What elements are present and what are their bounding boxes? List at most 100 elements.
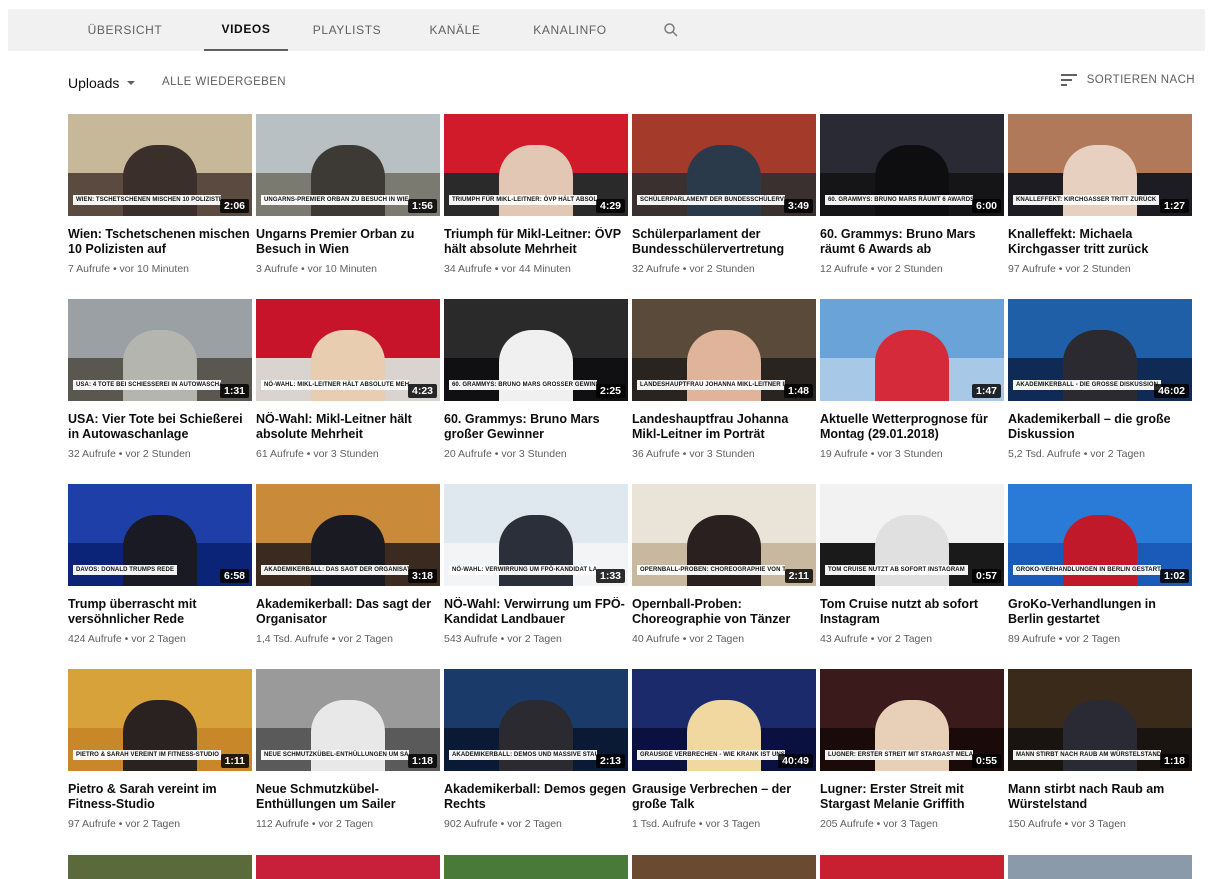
video-card[interactable]: LANDESHAUPTFRAU JOHANNA MIKL-LEITNER IM … [632,299,816,460]
tab-channels[interactable]: KANÄLE [420,9,490,51]
video-card[interactable]: TRIUMPH FÜR MIKL-LEITNER: ÖVP HÄLT ABSOL… [444,114,628,275]
video-card[interactable]: PIETRO & SARAH VEREINT IM FITNESS-STUDIO… [68,669,252,830]
search-icon[interactable] [662,21,680,39]
video-title[interactable]: Triumph für Mikl-Leitner: ÖVP hält absol… [444,227,628,257]
video-title[interactable]: 60. Grammys: Bruno Mars räumt 6 Awards a… [820,227,1004,257]
video-thumbnail[interactable]: NEUE SCHMUTZKÜBEL-ENTHÜLLUNGEN UM SAILER… [256,669,440,771]
video-thumbnail[interactable]: LANDESHAUPTFRAU JOHANNA MIKL-LEITNER IM … [632,299,816,401]
video-title[interactable]: Akademikerball: Das sagt der Organisator [256,597,440,627]
thumbnail-subject [1063,514,1137,586]
video-thumbnail[interactable]: AKADEMIKERBALL: DAS SAGT DER ORGANISATOR… [256,484,440,586]
video-thumbnail[interactable]: SCHÜLERPARLAMENT DER BUNDESSCHÜLERVERTRE… [632,114,816,216]
video-card[interactable]: LUGNER: ERSTER STREIT MIT STARGAST MELAN… [820,669,1004,830]
video-thumbnail[interactable]: GRAUSIGE VERBRECHEN - WIE KRANK IST UNSE… [632,669,816,771]
video-thumbnail[interactable]: MANN STIRBT NACH RAUB AM WÜRSTELSTAND 1:1… [1008,669,1192,771]
video-card[interactable]: SCHÜLERPARLAMENT DER BUNDESSCHÜLERVERTRE… [632,114,816,275]
tab-videos[interactable]: VIDEOS [204,9,288,51]
thumbnail-caption: LANDESHAUPTFRAU JOHANNA MIKL-LEITNER IM … [637,380,785,390]
video-thumbnail[interactable]: LUGNER: ERSTER STREIT MIT STARGAST MELAN… [820,669,1004,771]
video-duration: 1:18 [1159,754,1189,768]
video-card[interactable]: WIEN: TSCHETSCHENEN MISCHEN 10 POLIZISTE… [68,114,252,275]
video-card[interactable]: NÖ-WAHL: MIKL-LEITNER HÄLT ABSOLUTE MEHR… [256,299,440,460]
video-card[interactable]: GROKO-VERHANDLUNGEN IN BERLIN GESTARTET 1… [1008,484,1192,645]
thumbnail-subject [311,144,385,216]
video-title[interactable]: Akademikerball – die große Diskussion [1008,412,1192,442]
tab-overview[interactable]: ÜBERSICHT [70,9,180,51]
video-thumbnail[interactable]: KNALLEFFEKT: KIRCHGASSER TRITT ZURÜCK 1:2… [1008,114,1192,216]
video-thumbnail[interactable] [632,855,816,879]
video-thumbnail[interactable]: AKADEMIKERBALL - DIE GROSSE DISKUSSION 46… [1008,299,1192,401]
video-title[interactable]: Neue Schmutzkübel-Enthüllungen um Sailer [256,782,440,812]
video-card[interactable]: AKADEMIKERBALL: DEMOS UND MASSIVE STAUS … [444,669,628,830]
video-thumbnail[interactable]: NÖ-WAHL: VERWIRRUNG UM FPÖ-KANDIDAT LAND… [444,484,628,586]
video-card[interactable]: AKADEMIKERBALL - DIE GROSSE DISKUSSION 46… [1008,299,1192,460]
video-card[interactable]: USA: 4 TOTE BEI SCHIESSEREI IN AUTOWASCH… [68,299,252,460]
video-meta: 19 Aufrufe • vor 3 Stunden [820,448,943,460]
video-thumbnail[interactable] [444,855,628,879]
video-card[interactable]: UNGARNS-PREMIER ORBAN ZU BESUCH IN WIEN 1… [256,114,440,275]
video-title[interactable]: Tom Cruise nutzt ab sofort Instagram [820,597,1004,627]
thumbnail-caption: GROKO-VERHANDLUNGEN IN BERLIN GESTARTET [1013,565,1161,575]
video-thumbnail[interactable] [256,855,440,879]
video-thumbnail[interactable]: 60. GRAMMYS: BRUNO MARS RÄUMT 6 AWARDS A… [820,114,1004,216]
video-thumbnail[interactable]: OPERNBALL-PROBEN: CHOREOGRAPHIE VON TÄNZ… [632,484,816,586]
uploads-dropdown[interactable]: Uploads [68,75,136,91]
video-title[interactable]: 60. Grammys: Bruno Mars großer Gewinner [444,412,628,442]
video-thumbnail[interactable]: DAVOS: DONALD TRUMPS REDE 6:58 [68,484,252,586]
video-card[interactable]: MANN STIRBT NACH RAUB AM WÜRSTELSTAND 1:1… [1008,669,1192,830]
video-thumbnail[interactable]: UNGARNS-PREMIER ORBAN ZU BESUCH IN WIEN 1… [256,114,440,216]
video-thumbnail[interactable]: USA: 4 TOTE BEI SCHIESSEREI IN AUTOWASCH… [68,299,252,401]
video-title[interactable]: Landeshauptfrau Johanna Mikl-Leitner im … [632,412,816,442]
video-thumbnail[interactable]: AKADEMIKERBALL: DEMOS UND MASSIVE STAUS … [444,669,628,771]
thumbnail-caption: UNGARNS-PREMIER ORBAN ZU BESUCH IN WIEN [261,195,409,205]
uploads-label: Uploads [68,75,120,91]
tab-playlists[interactable]: PLAYLISTS [302,9,392,51]
video-thumbnail[interactable]: WIEN: TSCHETSCHENEN MISCHEN 10 POLIZISTE… [68,114,252,216]
video-title[interactable]: Opernball-Proben: Choreographie von Tänz… [632,597,816,627]
video-duration: 3:18 [407,569,437,583]
video-title[interactable]: USA: Vier Tote bei Schießerei in Autowas… [68,412,252,442]
video-card[interactable]: TOM CRUISE NUTZT AB SOFORT INSTAGRAM 0:57… [820,484,1004,645]
video-title[interactable]: Schülerparlament der Bundesschülervertre… [632,227,816,257]
video-thumbnail[interactable] [68,855,252,879]
video-title[interactable]: Wien: Tschetschenen mischen 10 Poliziste… [68,227,252,257]
video-card[interactable]: 60. GRAMMYS: BRUNO MARS GROSSER GEWINNER… [444,299,628,460]
video-title[interactable]: Aktuelle Wetterprognose für Montag (29.0… [820,412,1004,442]
video-thumbnail[interactable]: NÖ-WAHL: MIKL-LEITNER HÄLT ABSOLUTE MEHR… [256,299,440,401]
tab-about[interactable]: KANALINFO [524,9,616,51]
video-title[interactable]: Grausige Verbrechen – der große Talk [632,782,816,812]
video-title[interactable]: NÖ-Wahl: Verwirrung um FPÖ-Kandidat Land… [444,597,628,627]
video-title[interactable]: Ungarns Premier Orban zu Besuch in Wien [256,227,440,257]
video-card[interactable]: GRAUSIGE VERBRECHEN - WIE KRANK IST UNSE… [632,669,816,830]
video-thumbnail[interactable]: PIETRO & SARAH VEREINT IM FITNESS-STUDIO… [68,669,252,771]
video-thumbnail[interactable]: GROKO-VERHANDLUNGEN IN BERLIN GESTARTET 1… [1008,484,1192,586]
video-thumbnail[interactable]: TOM CRUISE NUTZT AB SOFORT INSTAGRAM 0:57 [820,484,1004,586]
video-title[interactable]: GroKo-Verhandlungen in Berlin gestartet [1008,597,1192,627]
thumbnail-subject [123,329,197,401]
video-card[interactable]: OPERNBALL-PROBEN: CHOREOGRAPHIE VON TÄNZ… [632,484,816,645]
video-thumbnail[interactable] [1008,855,1192,879]
video-meta: 3 Aufrufe • vor 10 Minuten [256,263,377,275]
video-duration: 4:29 [595,199,625,213]
video-card[interactable]: NÖ-WAHL: VERWIRRUNG UM FPÖ-KANDIDAT LAND… [444,484,628,645]
video-thumbnail[interactable]: TRIUMPH FÜR MIKL-LEITNER: ÖVP HÄLT ABSOL… [444,114,628,216]
video-card[interactable]: NEUE SCHMUTZKÜBEL-ENTHÜLLUNGEN UM SAILER… [256,669,440,830]
video-thumbnail[interactable]: 60. GRAMMYS: BRUNO MARS GROSSER GEWINNER… [444,299,628,401]
video-card[interactable]: KNALLEFFEKT: KIRCHGASSER TRITT ZURÜCK 1:2… [1008,114,1192,275]
video-thumbnail[interactable] [820,855,1004,879]
video-card[interactable]: 1:47 Aktuelle Wetterprognose für Montag (… [820,299,1004,460]
play-all-button[interactable]: ALLE WIEDERGEBEN [162,76,286,88]
sort-button[interactable]: SORTIEREN NACH [1060,74,1195,86]
video-thumbnail[interactable]: 1:47 [820,299,1004,401]
video-card[interactable]: DAVOS: DONALD TRUMPS REDE 6:58 Trump überr… [68,484,252,645]
video-title[interactable]: Knalleffekt: Michaela Kirchgasser tritt … [1008,227,1192,257]
video-title[interactable]: Trump überrascht mit versöhnlicher Rede [68,597,252,627]
thumbnail-caption: TRIUMPH FÜR MIKL-LEITNER: ÖVP HÄLT ABSOL… [449,195,597,205]
video-title[interactable]: NÖ-Wahl: Mikl-Leitner hält absolute Mehr… [256,412,440,442]
video-title[interactable]: Akademikerball: Demos gegen Rechts [444,782,628,812]
video-card[interactable]: 60. GRAMMYS: BRUNO MARS RÄUMT 6 AWARDS A… [820,114,1004,275]
video-card[interactable]: AKADEMIKERBALL: DAS SAGT DER ORGANISATOR… [256,484,440,645]
video-title[interactable]: Mann stirbt nach Raub am Würstelstand [1008,782,1192,812]
video-title[interactable]: Lugner: Erster Streit mit Stargast Melan… [820,782,1004,812]
video-title[interactable]: Pietro & Sarah vereint im Fitness-Studio [68,782,252,812]
